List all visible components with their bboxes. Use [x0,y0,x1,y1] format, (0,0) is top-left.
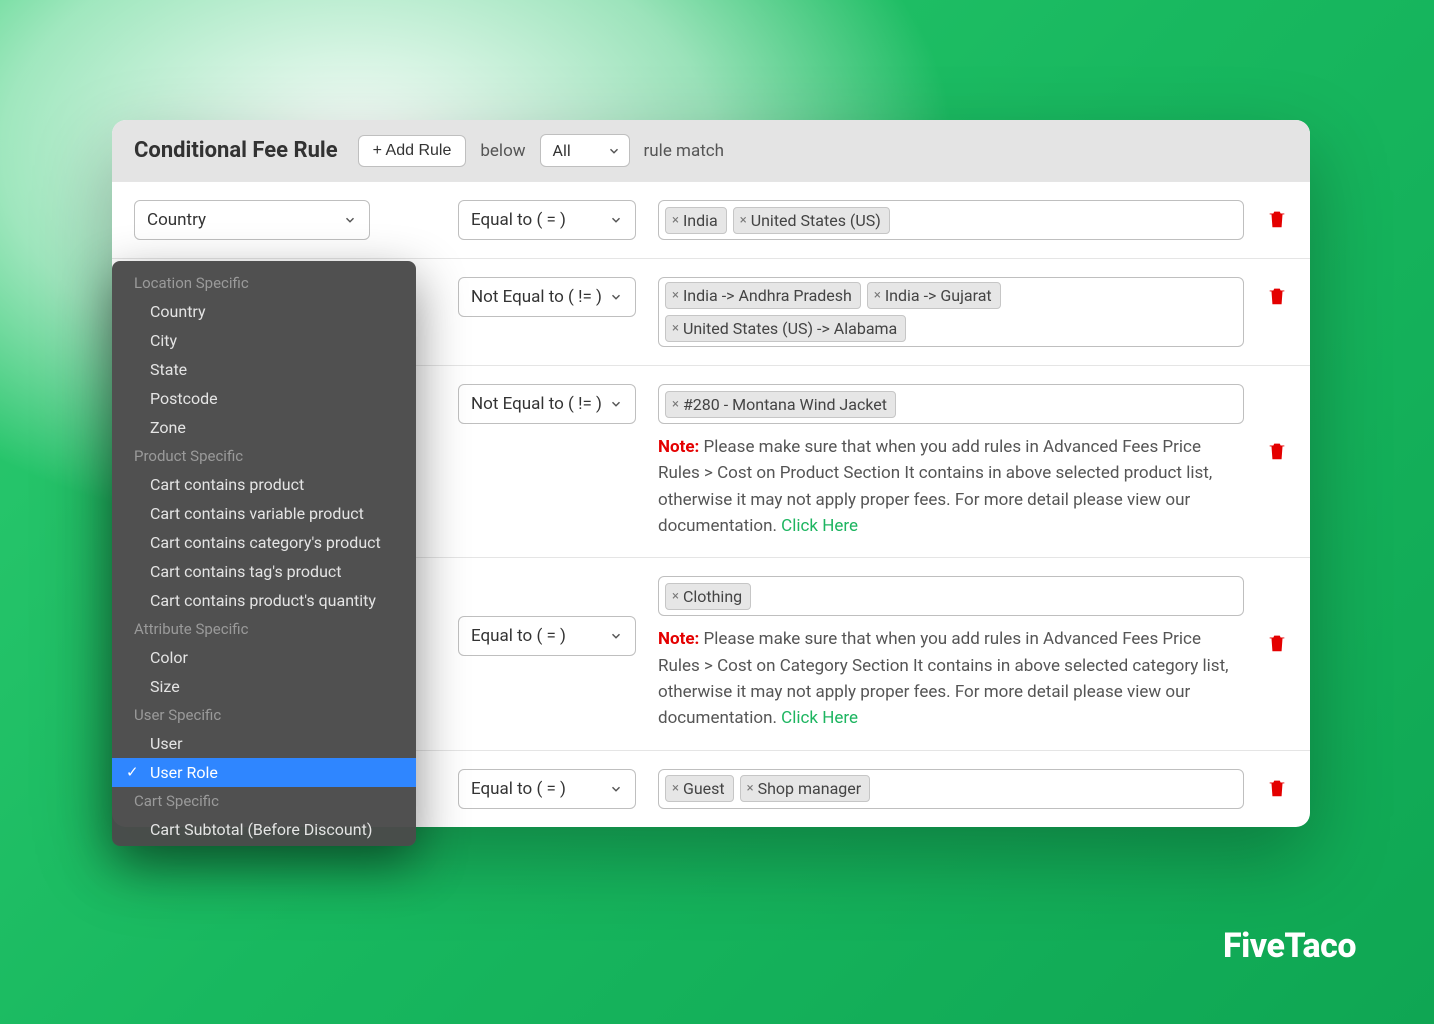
dropdown-group: Cart Specific [112,787,416,815]
remove-tag-icon[interactable]: × [672,589,679,604]
remove-tag-icon[interactable]: × [672,397,679,412]
dropdown-item[interactable]: User [112,729,416,758]
tag[interactable]: ×United States (US) -> Alabama [665,315,906,342]
dropdown-item[interactable]: Cart Subtotal (After Discount) [112,844,416,846]
dropdown-group: Location Specific [112,269,416,297]
chevron-down-icon [609,213,623,227]
field-select[interactable]: Country [134,200,370,240]
remove-tag-icon[interactable]: × [672,213,679,228]
tag-input[interactable]: ×India -> Andhra Pradesh ×India -> Gujar… [658,277,1244,347]
note-label: Note: [658,437,699,457]
dropdown-item[interactable]: Cart contains category's product [112,528,416,557]
dropdown-item[interactable]: Cart contains tag's product [112,557,416,586]
rule-row: Country Equal to ( = ) ×India ×United St… [112,181,1310,258]
tag-input[interactable]: ×#280 - Montana Wind Jacket [658,384,1244,424]
operator-value: Equal to ( = ) [471,210,566,230]
remove-tag-icon[interactable]: × [874,288,881,303]
value-column: ×India ×United States (US) [658,200,1244,240]
value-column: ×Guest ×Shop manager [658,769,1244,809]
delete-rule-button[interactable] [1266,632,1288,654]
dropdown-item[interactable]: Postcode [112,384,416,413]
tag-input[interactable]: ×India ×United States (US) [658,200,1244,240]
dropdown-item[interactable]: State [112,355,416,384]
dropdown-group: Product Specific [112,442,416,470]
tag[interactable]: ×#280 - Montana Wind Jacket [665,391,896,418]
add-rule-button[interactable]: + Add Rule [358,135,467,167]
chevron-down-icon [607,144,621,158]
dropdown-group: Attribute Specific [112,615,416,643]
remove-tag-icon[interactable]: × [672,321,679,336]
field-dropdown[interactable]: Location Specific Country City State Pos… [112,261,416,846]
operator-select[interactable]: Not Equal to ( != ) [458,384,636,424]
panel-title: Conditional Fee Rule [134,138,338,163]
tag[interactable]: ×India [665,207,727,234]
dropdown-item[interactable]: Zone [112,413,416,442]
tag[interactable]: ×United States (US) [733,207,890,234]
dropdown-item[interactable]: Color [112,643,416,672]
operator-value: Not Equal to ( != ) [471,287,602,307]
operator-select[interactable]: Equal to ( = ) [458,616,636,656]
chevron-down-icon [609,629,623,643]
operator-select[interactable]: Equal to ( = ) [458,200,636,240]
note-body: Please make sure that when you add rules… [658,629,1228,728]
chevron-down-icon [609,397,623,411]
value-column: ×Clothing Note: Please make sure that wh… [658,576,1244,731]
dropdown-item[interactable]: Size [112,672,416,701]
tag[interactable]: ×India -> Gujarat [867,282,1001,309]
chevron-down-icon [609,782,623,796]
dropdown-item-selected[interactable]: User Role [112,758,416,787]
chevron-down-icon [609,290,623,304]
dropdown-item[interactable]: Cart contains product [112,470,416,499]
remove-tag-icon[interactable]: × [672,288,679,303]
dropdown-item[interactable]: Cart Subtotal (Before Discount) [112,815,416,844]
note-link[interactable]: Click Here [781,516,858,536]
operator-select[interactable]: Not Equal to ( != ) [458,277,636,317]
panel-header: Conditional Fee Rule + Add Rule below Al… [112,120,1310,181]
delete-rule-button[interactable] [1266,777,1288,799]
note-link[interactable]: Click Here [781,708,858,728]
match-scope-value: All [553,141,571,160]
note-body: Please make sure that when you add rules… [658,437,1212,536]
dropdown-item[interactable]: Country [112,297,416,326]
operator-value: Not Equal to ( != ) [471,394,602,414]
tag[interactable]: ×Shop manager [740,775,871,802]
tag[interactable]: ×India -> Andhra Pradesh [665,282,861,309]
delete-rule-button[interactable] [1266,440,1288,462]
dropdown-group: User Specific [112,701,416,729]
note-text: Note: Please make sure that when you add… [658,626,1244,731]
remove-tag-icon[interactable]: × [672,781,679,796]
tag-input[interactable]: ×Guest ×Shop manager [658,769,1244,809]
note-label: Note: [658,629,699,649]
dropdown-item[interactable]: Cart contains product's quantity [112,586,416,615]
dropdown-item[interactable]: Cart contains variable product [112,499,416,528]
dropdown-item[interactable]: City [112,326,416,355]
rule-match-label: rule match [644,141,724,161]
remove-tag-icon[interactable]: × [740,213,747,228]
delete-rule-button[interactable] [1266,285,1288,307]
match-scope-select[interactable]: All [540,134,630,167]
tag[interactable]: ×Guest [665,775,734,802]
operator-select[interactable]: Equal to ( = ) [458,769,636,809]
operator-value: Equal to ( = ) [471,626,566,646]
watermark: FiveTaco [1223,926,1356,966]
below-label: below [480,141,525,161]
value-column: ×#280 - Montana Wind Jacket Note: Please… [658,384,1244,539]
delete-rule-button[interactable] [1266,208,1288,230]
chevron-down-icon [343,213,357,227]
field-value: Country [147,210,206,230]
tag[interactable]: ×Clothing [665,583,751,610]
note-text: Note: Please make sure that when you add… [658,434,1244,539]
operator-value: Equal to ( = ) [471,779,566,799]
tag-input[interactable]: ×Clothing [658,576,1244,616]
remove-tag-icon[interactable]: × [747,781,754,796]
value-column: ×India -> Andhra Pradesh ×India -> Gujar… [658,277,1244,347]
